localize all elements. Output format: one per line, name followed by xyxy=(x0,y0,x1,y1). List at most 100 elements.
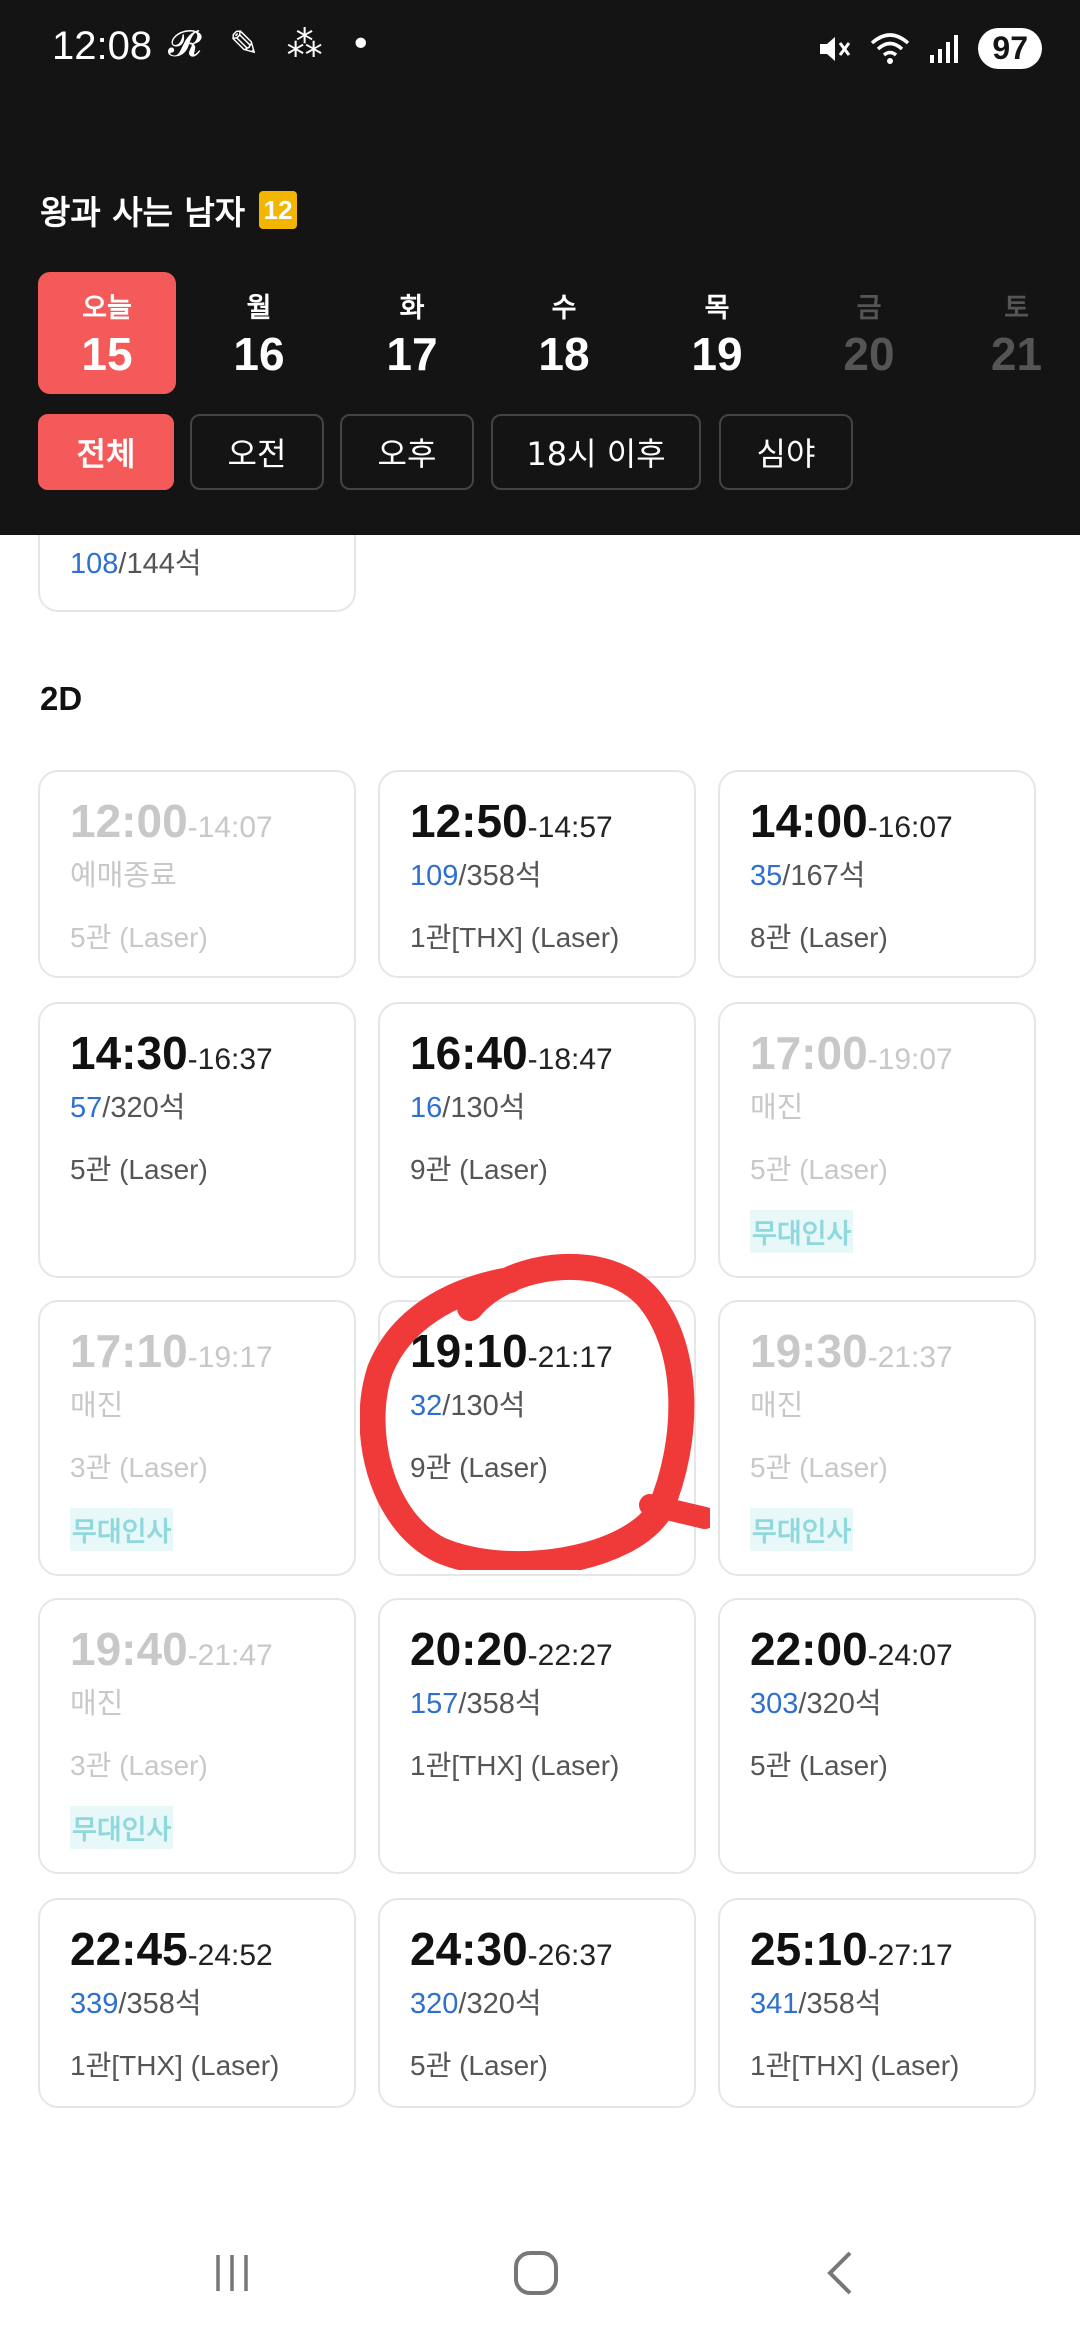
seats-total: 130석 xyxy=(450,1092,526,1124)
end-time: -24:07 xyxy=(867,1639,953,1672)
showtime-card[interactable]: 19:10-21:17 32/130석 9관 (Laser) xyxy=(378,1300,696,1576)
stage-greeting-badge: 무대인사 xyxy=(70,1806,174,1849)
showtime-card[interactable]: 14:00-16:07 35/167석 8관 (Laser) xyxy=(718,770,1036,978)
hall-name: 5관 (Laser) xyxy=(70,922,208,953)
end-time: -19:17 xyxy=(187,1341,273,1374)
mute-icon xyxy=(820,36,851,61)
seats-total: 358석 xyxy=(806,1988,882,2020)
start-time: 24:30 xyxy=(410,1923,528,1975)
end-time: -16:37 xyxy=(187,1043,273,1076)
home-icon[interactable] xyxy=(496,2238,576,2308)
seat-count: 341/358석 xyxy=(750,1988,882,2020)
seats-available: 35 xyxy=(750,860,783,892)
seat-count: 339/358석 xyxy=(70,1988,202,2020)
hall-name: 9관 (Laser) xyxy=(410,1452,548,1483)
wifi-icon xyxy=(871,32,910,64)
date-dow: 화 xyxy=(399,293,425,324)
hall-name: 5관 (Laser) xyxy=(410,2050,548,2081)
seats-total: 144석 xyxy=(126,548,202,580)
showtime-card[interactable]: 16:40-18:47 16/130석 9관 (Laser) xyxy=(378,1002,696,1278)
hall-name: 1관[THX] (Laser) xyxy=(750,2050,960,2081)
time-row: 20:20-22:27 xyxy=(410,1622,694,1676)
showtime-card[interactable]: 22:00-24:07 303/320석 5관 (Laser) xyxy=(718,1598,1036,1874)
start-time: 17:00 xyxy=(750,1027,868,1079)
seats-total: 358석 xyxy=(466,1688,542,1720)
end-time: -22:27 xyxy=(527,1639,613,1672)
stage-greeting-badge: 무대인사 xyxy=(750,1508,854,1551)
time-row: 24:30-26:37 xyxy=(410,1922,694,1976)
showtime-card[interactable]: 20:20-22:27 157/358석 1관[THX] (Laser) xyxy=(378,1598,696,1874)
seats-available: 109 xyxy=(410,860,459,892)
date-tab-3[interactable]: 수 18 xyxy=(495,272,633,394)
stage-greeting-badge: 무대인사 xyxy=(750,1210,854,1253)
seat-count: 157/358석 xyxy=(410,1688,542,1720)
battery-level: 97 xyxy=(978,28,1042,69)
date-selector: 오늘 15 월 16 화 17 수 18 목 19 금 20 토 21 xyxy=(38,272,1080,394)
time-row: 14:30-16:37 xyxy=(70,1026,354,1080)
date-num: 17 xyxy=(386,328,438,380)
showtime-card: 19:30-21:37 매진 5관 (Laser) 무대인사 xyxy=(718,1300,1036,1576)
showtime-card[interactable]: 24:30-26:37 320/320석 5관 (Laser) xyxy=(378,1898,696,2108)
showtime-card[interactable]: 22:45-24:52 339/358석 1관[THX] (Laser) xyxy=(38,1898,356,2108)
hall-name: 5관 (Laser) xyxy=(750,1154,888,1185)
back-icon[interactable] xyxy=(800,2238,880,2308)
hall-name: 5관 (Laser) xyxy=(70,1154,208,1185)
seats-total: 320석 xyxy=(466,1988,542,2020)
status-time: 12:08 xyxy=(52,24,153,68)
filter-all[interactable]: 전체 xyxy=(38,414,174,490)
showtime-card[interactable]: 14:30-16:37 57/320석 5관 (Laser) xyxy=(38,1002,356,1278)
seats-available: 303 xyxy=(750,1688,799,1720)
showtime-card[interactable]: 25:10-27:17 341/358석 1관[THX] (Laser) xyxy=(718,1898,1036,2108)
showtime-card: 19:40-21:47 매진 3관 (Laser) 무대인사 xyxy=(38,1598,356,1874)
showtime-card: 17:00-19:07 매진 5관 (Laser) 무대인사 xyxy=(718,1002,1036,1278)
status-text: 매진 xyxy=(750,1092,804,1124)
seat-count: 320/320석 xyxy=(410,1988,542,2020)
recent-apps-icon[interactable] xyxy=(192,2238,272,2308)
date-tab-2[interactable]: 화 17 xyxy=(343,272,481,394)
end-time: -14:57 xyxy=(527,811,613,844)
hall-name: 5관 (Laser) xyxy=(750,1452,888,1483)
seats-total: 358석 xyxy=(466,860,542,892)
time-row: 17:00-19:07 xyxy=(750,1026,1034,1080)
filter-afternoon[interactable]: 오후 xyxy=(340,414,474,490)
filter-late-night[interactable]: 심야 xyxy=(719,414,853,490)
start-time: 16:40 xyxy=(410,1027,528,1079)
start-time: 25:10 xyxy=(750,1923,868,1975)
showtime-card: 17:10-19:17 매진 3관 (Laser) 무대인사 xyxy=(38,1300,356,1576)
showtime-card[interactable]: 12:50-14:57 109/358석 1관[THX] (Laser) xyxy=(378,770,696,978)
start-time: 20:20 xyxy=(410,1623,528,1675)
seats-total: 167석 xyxy=(790,860,866,892)
date-num: 20 xyxy=(843,328,895,380)
stage-greeting-badge: 무대인사 xyxy=(70,1508,174,1551)
time-row: 19:10-21:17 xyxy=(410,1324,694,1378)
filter-after-18[interactable]: 18시 이후 xyxy=(491,414,701,490)
date-num: 16 xyxy=(233,328,285,380)
date-tab-1[interactable]: 월 16 xyxy=(190,272,328,394)
date-dow: 오늘 xyxy=(82,293,132,324)
hall-name: 1관[THX] (Laser) xyxy=(410,922,620,953)
hall-name: 5관 (Laser) xyxy=(750,1750,888,1781)
seat-count: 108/144석 xyxy=(70,548,202,580)
status-text: 예매종료 xyxy=(70,860,177,892)
end-time: -21:37 xyxy=(867,1341,953,1374)
start-time: 14:30 xyxy=(70,1027,188,1079)
time-row: 17:10-19:17 xyxy=(70,1324,354,1378)
time-row: 12:50-14:57 xyxy=(410,794,694,848)
age-rating-badge: 12 xyxy=(259,191,298,229)
date-num: 15 xyxy=(81,328,133,380)
seat-count: 109/358석 xyxy=(410,860,542,892)
date-tab-0[interactable]: 오늘 15 xyxy=(38,272,176,394)
start-time: 12:00 xyxy=(70,795,188,847)
seats-available: 339 xyxy=(70,1988,119,2020)
filter-morning[interactable]: 오전 xyxy=(190,414,324,490)
system-nav-bar xyxy=(0,2200,1080,2340)
hall-name: 1관[THX] (Laser) xyxy=(70,2050,280,2081)
showtime-card: 12:00-14:07 예매종료 5관 (Laser) xyxy=(38,770,356,978)
start-time: 19:10 xyxy=(410,1325,528,1377)
date-tab-4[interactable]: 목 19 xyxy=(648,272,786,394)
seats-total: 320석 xyxy=(806,1688,882,1720)
start-time: 17:10 xyxy=(70,1325,188,1377)
seats-available: 32 xyxy=(410,1390,443,1422)
signal-icon xyxy=(930,34,959,63)
end-time: -21:47 xyxy=(187,1639,273,1672)
